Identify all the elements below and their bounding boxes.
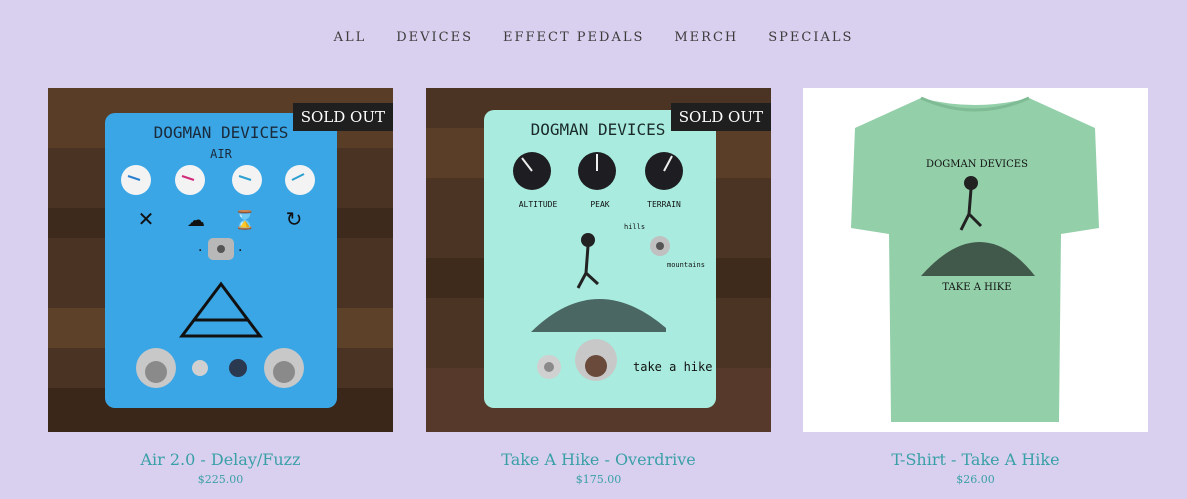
hourglass-icon: ⌛: [234, 209, 256, 231]
dog-hiker-illustration: [964, 176, 978, 190]
led-indicator: [229, 359, 247, 377]
knob-3: [232, 165, 262, 195]
knob-label-altitude: ALTITUDE: [519, 200, 558, 209]
take-a-hike-pedal-photo: DOGMAN DEVICES ALTITUDE PEAK TERRAIN hil…: [426, 88, 771, 432]
product-card-take-a-hike: DOGMAN DEVICES ALTITUDE PEAK TERRAIN hil…: [426, 88, 771, 487]
switch-label-mountains: mountains: [667, 261, 705, 269]
product-title[interactable]: Air 2.0 - Delay/Fuzz: [48, 450, 393, 470]
product-price: $225.00: [197, 473, 244, 486]
tshirt-photo: DOGMAN DEVICES TAKE A HIKE: [803, 88, 1148, 432]
nav-item-specials[interactable]: SPECIALS: [768, 30, 853, 45]
product-price: $26.00: [956, 473, 995, 486]
nav-item-all[interactable]: ALL: [334, 30, 367, 45]
product-image-tshirt[interactable]: DOGMAN DEVICES TAKE A HIKE: [803, 88, 1148, 432]
svg-text:·: ·: [198, 243, 202, 259]
product-card-air: DOGMAN DEVICES AIR ✕ ☁ ⌛ ↻ · · SOLD OUT …: [48, 88, 393, 487]
product-image-take-a-hike[interactable]: DOGMAN DEVICES ALTITUDE PEAK TERRAIN hil…: [426, 88, 771, 432]
loop-icon: ↻: [286, 207, 303, 231]
dog-hiker-illustration: [581, 233, 595, 247]
sold-out-badge: SOLD OUT: [292, 103, 393, 131]
air-pedal-brand: DOGMAN DEVICES: [154, 123, 289, 142]
sold-out-badge: SOLD OUT: [670, 103, 771, 131]
tshirt-text-bottom: TAKE A HIKE: [942, 282, 1011, 293]
product-title[interactable]: Take A Hike - Overdrive: [426, 450, 771, 470]
pedal-footer-text: take a hike: [633, 360, 712, 374]
category-nav: ALL DEVICES EFFECT PEDALS MERCH SPECIALS: [0, 30, 1187, 45]
knob-1: [121, 165, 151, 195]
knob-2: [175, 165, 205, 195]
product-price: $175.00: [575, 473, 622, 486]
air-pedal-photo: DOGMAN DEVICES AIR ✕ ☁ ⌛ ↻ · ·: [48, 88, 393, 432]
air-pedal-model: AIR: [210, 147, 232, 161]
cloud-icon: ☁: [187, 210, 205, 231]
knob-4: [285, 165, 315, 195]
x-symbol-icon: ✕: [138, 207, 155, 231]
nav-item-effect-pedals[interactable]: EFFECT PEDALS: [503, 30, 644, 45]
switch-label-hills: hills: [624, 223, 645, 231]
tshirt-text-top: DOGMAN DEVICES: [926, 159, 1028, 170]
product-card-tshirt: DOGMAN DEVICES TAKE A HIKE T-Shirt - Tak…: [803, 88, 1148, 487]
knob-label-terrain: TERRAIN: [647, 200, 681, 209]
hike-pedal-brand: DOGMAN DEVICES: [531, 120, 666, 139]
product-image-air[interactable]: DOGMAN DEVICES AIR ✕ ☁ ⌛ ↻ · · SOLD OUT: [48, 88, 393, 432]
product-title[interactable]: T-Shirt - Take A Hike: [803, 450, 1148, 470]
nav-item-merch[interactable]: MERCH: [674, 30, 738, 45]
knob-label-peak: PEAK: [590, 200, 609, 209]
nav-item-devices[interactable]: DEVICES: [396, 30, 473, 45]
svg-text:·: ·: [238, 243, 242, 259]
